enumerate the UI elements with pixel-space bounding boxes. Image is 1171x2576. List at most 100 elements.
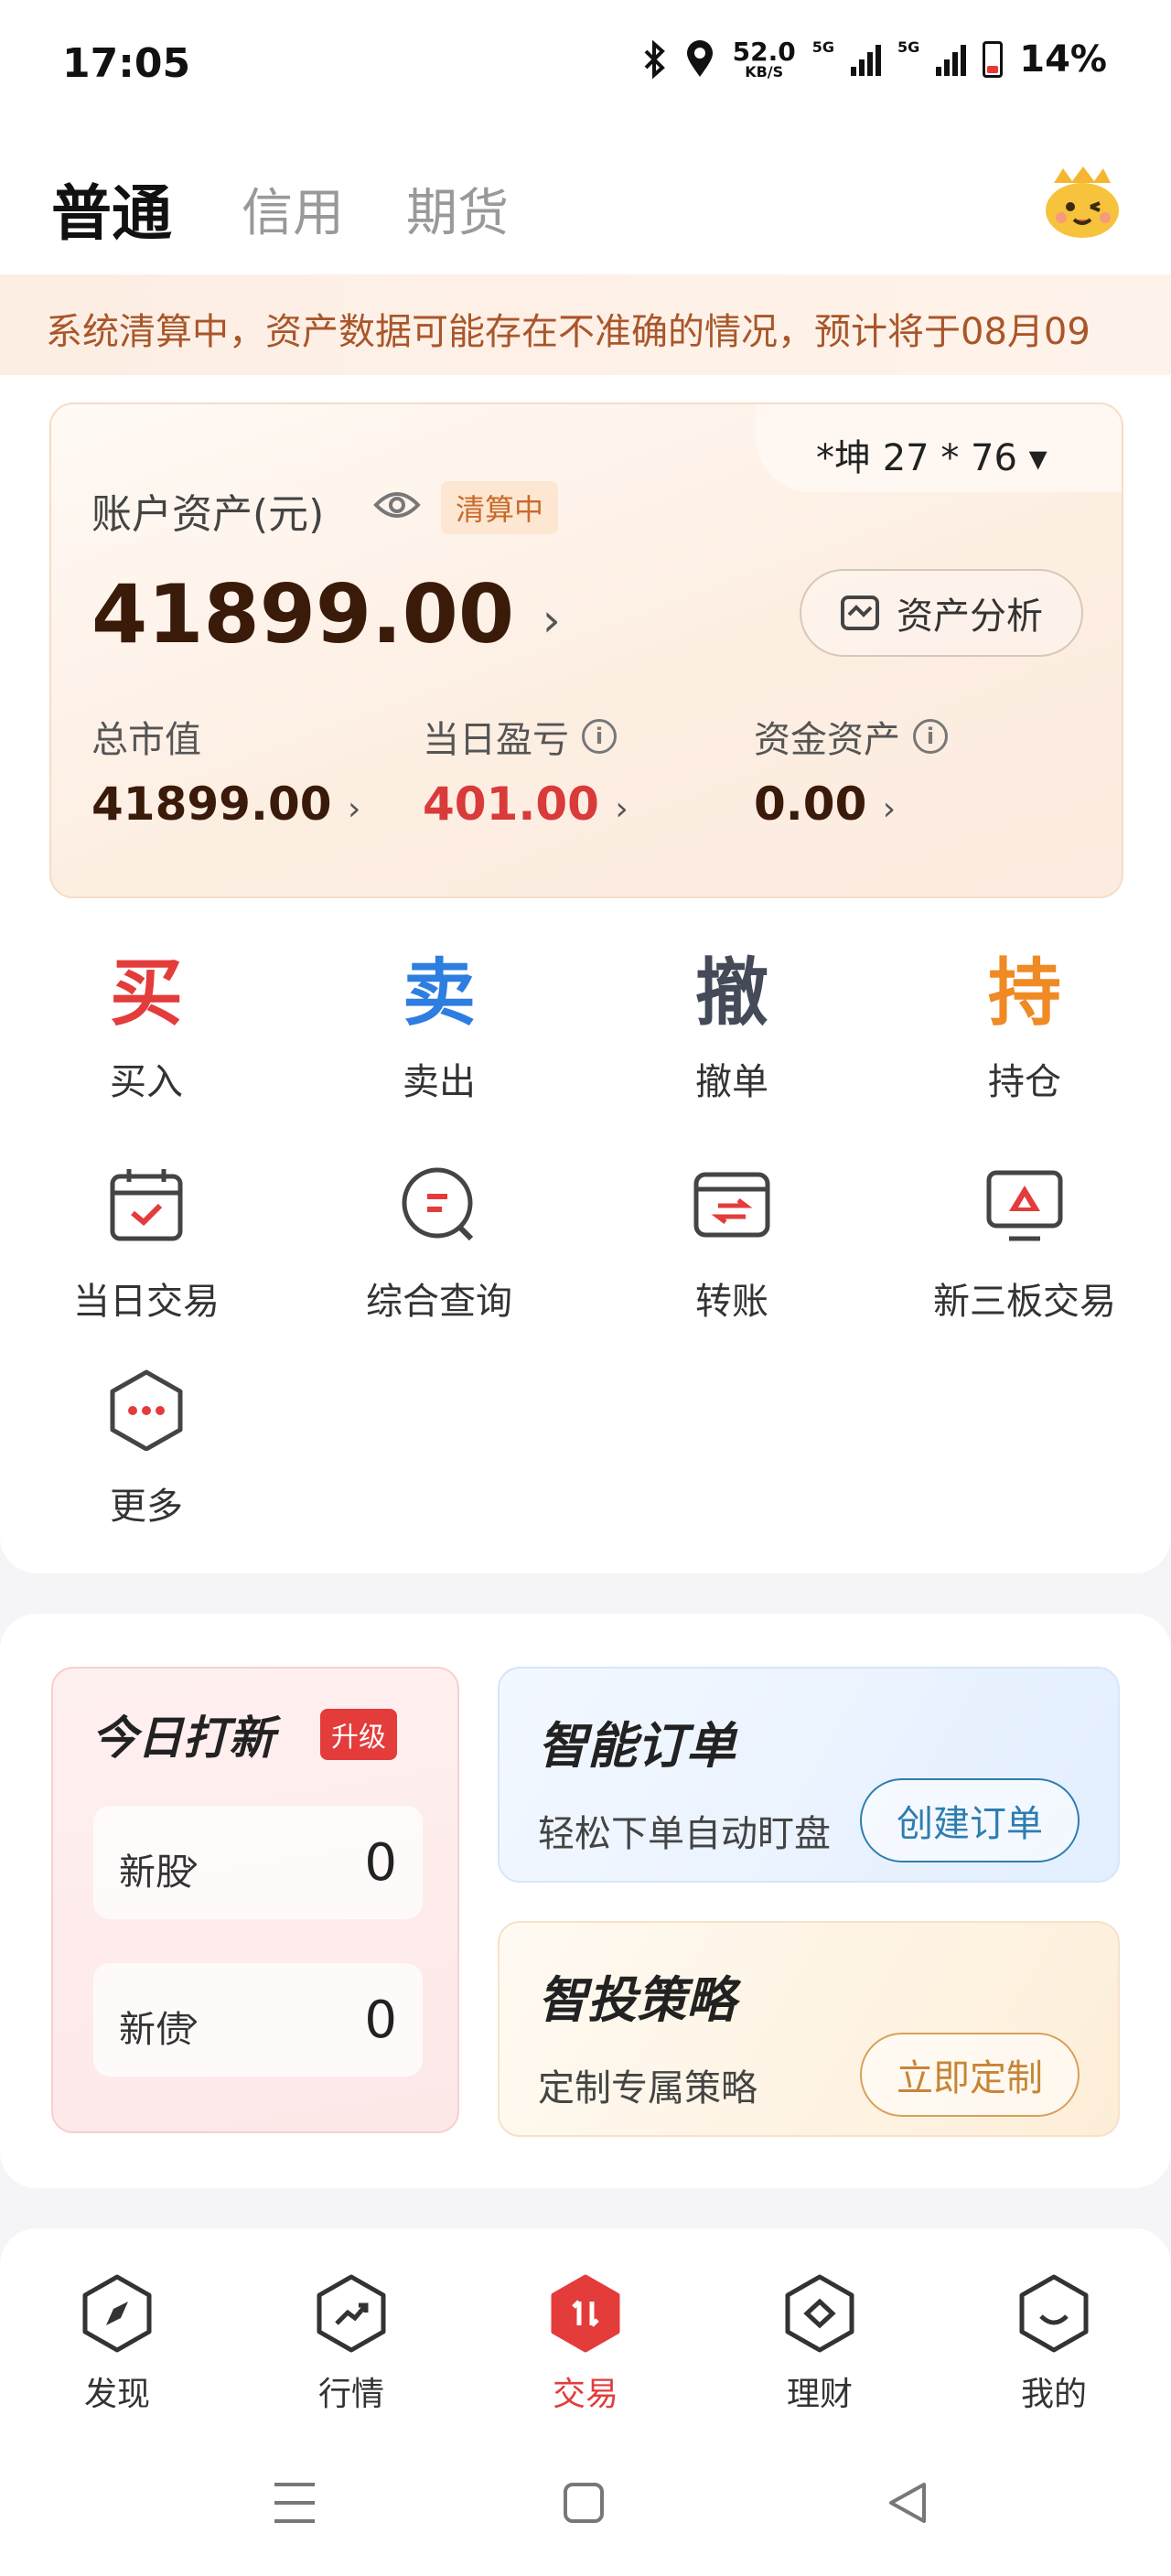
status-bar: 17:05 52.0 KB/S 5G 5G 14% bbox=[0, 0, 1171, 128]
trend-icon bbox=[317, 2274, 386, 2353]
row-value: 0 bbox=[364, 1991, 397, 2050]
tab-credit[interactable]: 信用 bbox=[242, 172, 344, 246]
upgrade-badge: 升级 bbox=[320, 1709, 397, 1760]
positions-glyph: 持 bbox=[988, 950, 1061, 1036]
ticker-text: 系统清算中，资产数据可能存在不准确的情况，预计将于08月09 bbox=[46, 311, 1090, 353]
cancel-glyph: 撤 bbox=[695, 950, 768, 1036]
calendar-check-icon bbox=[110, 1169, 183, 1241]
row-label: 新股 bbox=[119, 1852, 192, 1894]
battery-level: 14% bbox=[1019, 38, 1107, 80]
metric-cash-assets[interactable]: 资金资产 i 0.00 › bbox=[754, 710, 948, 831]
tool-label: 当日交易 bbox=[73, 1281, 220, 1323]
tool-label: 综合查询 bbox=[366, 1281, 512, 1323]
today-trades-button[interactable]: 当日交易 bbox=[27, 1164, 265, 1325]
tab-futures[interactable]: 期货 bbox=[406, 172, 509, 246]
positions-label: 持仓 bbox=[988, 1061, 1061, 1103]
nav-profile[interactable]: 我的 bbox=[981, 2274, 1127, 2415]
battery-icon bbox=[983, 41, 1004, 78]
nav-trade[interactable]: 交易 bbox=[512, 2274, 659, 2415]
create-order-button[interactable]: 创建订单 bbox=[860, 1778, 1080, 1862]
sell-button[interactable]: 卖 卖出 bbox=[348, 948, 531, 1105]
system-navigation-bar bbox=[274, 2483, 926, 2523]
analysis-icon bbox=[841, 596, 879, 630]
metric-label: 当日盈亏 bbox=[423, 719, 569, 761]
diamond-icon bbox=[785, 2274, 854, 2353]
nav-market[interactable]: 行情 bbox=[278, 2274, 424, 2415]
tool-label: 更多 bbox=[110, 1486, 183, 1528]
mascot-avatar-icon[interactable] bbox=[1041, 161, 1123, 243]
customize-now-button[interactable]: 立即定制 bbox=[860, 2033, 1080, 2117]
row-value: 0 bbox=[364, 1833, 397, 1893]
metric-label: 资金资产 bbox=[754, 719, 900, 761]
location-icon bbox=[686, 40, 713, 77]
network-gen-1: 5G bbox=[811, 38, 834, 56]
chevron-right-icon: › bbox=[542, 594, 561, 648]
clearing-notice-ticker[interactable]: 系统清算中，资产数据可能存在不准确的情况，预计将于08月09 bbox=[0, 274, 1171, 375]
tool-label: 新三板交易 bbox=[933, 1281, 1116, 1323]
nav-label: 理财 bbox=[786, 2376, 853, 2413]
more-button[interactable]: 更多 bbox=[27, 1368, 265, 1530]
metric-daily-pnl[interactable]: 当日盈亏 i 401.00 › bbox=[423, 710, 628, 831]
status-time: 17:05 bbox=[62, 40, 191, 87]
trade-main-panel: *坤 27 * 76 ▾ 账户资产(元) 清算中 41899.00 › 资产分析… bbox=[0, 375, 1171, 1573]
asset-analysis-button[interactable]: 资产分析 bbox=[800, 569, 1083, 657]
buy-glyph: 买 bbox=[110, 950, 183, 1036]
neeq-trade-button[interactable]: 新三板交易 bbox=[906, 1164, 1144, 1325]
search-query-icon bbox=[402, 1167, 474, 1241]
net-speed: 52.0 KB/S bbox=[732, 37, 796, 80]
bluetooth-icon bbox=[644, 40, 665, 79]
new-bond-row[interactable]: 新债 › 0 bbox=[93, 1963, 423, 2077]
metric-value: 41899.00 bbox=[91, 778, 332, 831]
total-assets-value: 41899.00 bbox=[91, 567, 515, 661]
query-button[interactable]: 综合查询 bbox=[320, 1164, 558, 1325]
smart-strategy-title: 智投策略 bbox=[538, 1971, 736, 2029]
account-asset-card: *坤 27 * 76 ▾ 账户资产(元) 清算中 41899.00 › 资产分析… bbox=[49, 402, 1123, 898]
account-type-tabs: 普通 信用 期货 bbox=[0, 128, 1171, 274]
metric-value: 401.00 bbox=[423, 778, 599, 831]
signal-icon-2 bbox=[936, 43, 967, 76]
clearing-badge: 清算中 bbox=[441, 481, 559, 534]
new-stock-title: 今日打新 bbox=[91, 1712, 274, 1765]
chevron-right-icon: › bbox=[347, 790, 361, 828]
metric-value: 0.00 bbox=[754, 778, 867, 831]
sell-glyph: 卖 bbox=[403, 950, 476, 1036]
smart-order-title: 智能订单 bbox=[538, 1717, 736, 1775]
nav-discover[interactable]: 发现 bbox=[44, 2274, 190, 2415]
monitor-icon bbox=[986, 1170, 1063, 1241]
info-icon[interactable]: i bbox=[913, 719, 948, 754]
profile-icon bbox=[1019, 2274, 1089, 2353]
new-stock-card[interactable]: 今日打新 升级 新股 › 0 新债 › 0 bbox=[51, 1667, 459, 2133]
new-stock-row[interactable]: 新股 › 0 bbox=[93, 1806, 423, 1919]
nav-label: 行情 bbox=[317, 2376, 384, 2413]
sell-label: 卖出 bbox=[403, 1061, 476, 1103]
transfer-button[interactable]: 转账 bbox=[613, 1164, 851, 1325]
smart-order-card[interactable]: 智能订单 轻松下单自动盯盘 创建订单 bbox=[498, 1667, 1120, 1883]
total-assets[interactable]: 41899.00 › bbox=[91, 567, 561, 661]
bottom-navigation: 发现 行情 交易 理财 我的 bbox=[0, 2228, 1171, 2576]
row-label: 新债 bbox=[119, 2009, 192, 2051]
cancel-order-button[interactable]: 撤 撤单 bbox=[640, 948, 823, 1105]
chevron-right-icon: › bbox=[185, 2000, 199, 2042]
nav-wealth[interactable]: 理财 bbox=[747, 2274, 893, 2415]
back-icon[interactable] bbox=[889, 2483, 926, 2523]
metric-label: 总市值 bbox=[91, 719, 201, 761]
nav-label: 我的 bbox=[1020, 2376, 1087, 2413]
chevron-right-icon: › bbox=[185, 1842, 199, 1884]
asset-label: 账户资产(元) bbox=[91, 491, 325, 538]
trade-icon bbox=[551, 2274, 620, 2353]
eye-icon[interactable] bbox=[373, 488, 421, 521]
buy-button[interactable]: 买 买入 bbox=[55, 948, 238, 1105]
info-icon[interactable]: i bbox=[582, 719, 617, 754]
account-selector[interactable]: *坤 27 * 76 ▾ bbox=[756, 404, 1122, 492]
status-icons: 52.0 KB/S 5G 5G 14% bbox=[643, 38, 1107, 80]
tab-normal[interactable]: 普通 bbox=[51, 165, 172, 252]
smart-strategy-card[interactable]: 智投策略 定制专属策略 立即定制 bbox=[498, 1921, 1120, 2137]
positions-button[interactable]: 持 持仓 bbox=[933, 948, 1116, 1105]
home-icon[interactable] bbox=[564, 2483, 604, 2523]
menu-icon[interactable] bbox=[274, 2483, 315, 2523]
metric-market-value[interactable]: 总市值 41899.00 › bbox=[91, 710, 360, 831]
network-gen-2: 5G bbox=[897, 38, 920, 56]
signal-icon bbox=[850, 43, 881, 76]
chevron-right-icon: › bbox=[615, 790, 628, 828]
nav-label: 交易 bbox=[552, 2376, 618, 2413]
